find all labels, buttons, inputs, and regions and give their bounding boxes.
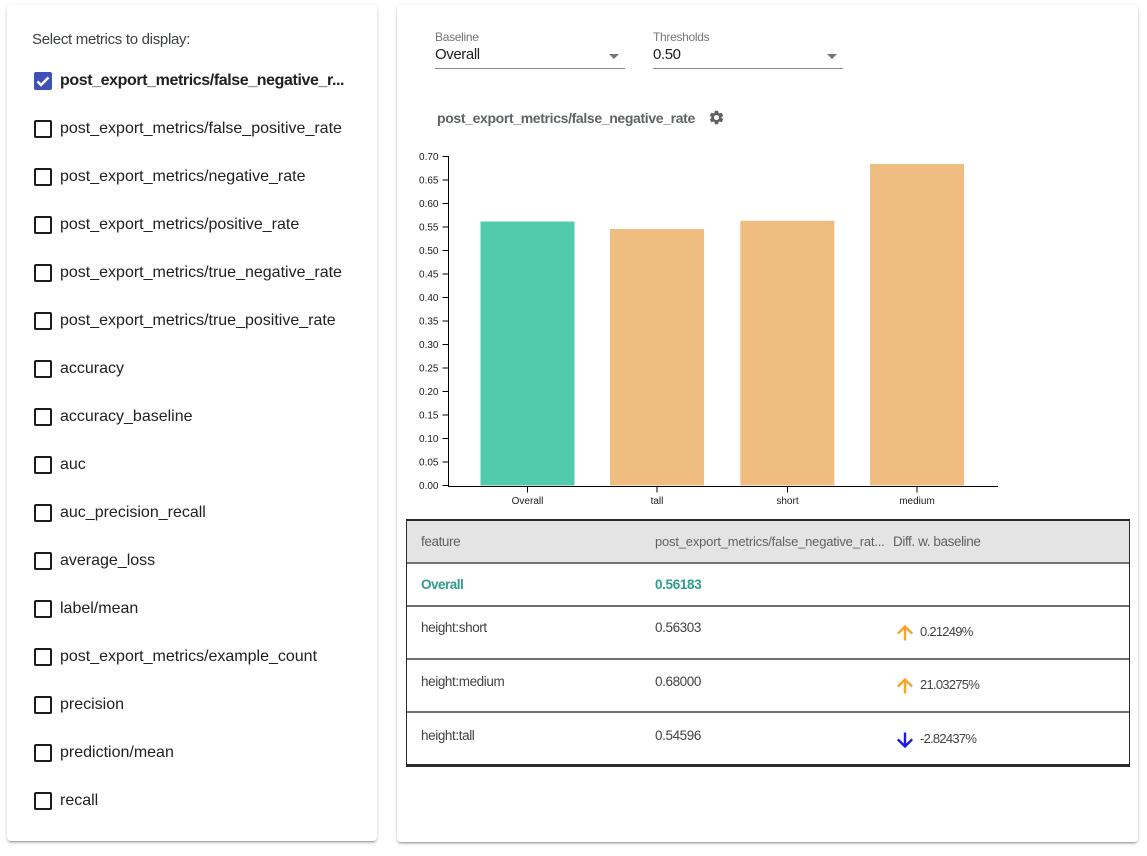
- svg-text:0.00: 0.00: [419, 481, 439, 492]
- svg-text:Overall: Overall: [512, 496, 544, 507]
- svg-text:0.20: 0.20: [419, 387, 439, 398]
- svg-text:0.25: 0.25: [419, 364, 439, 375]
- svg-text:0.60: 0.60: [419, 199, 439, 210]
- svg-text:tall: tall: [651, 496, 664, 507]
- svg-text:0.65: 0.65: [419, 176, 439, 187]
- svg-text:short: short: [776, 496, 798, 507]
- svg-text:0.40: 0.40: [419, 293, 439, 304]
- svg-text:0.15: 0.15: [419, 411, 439, 422]
- svg-text:0.55: 0.55: [419, 223, 439, 234]
- svg-text:medium: medium: [899, 496, 935, 507]
- svg-text:0.45: 0.45: [419, 270, 439, 281]
- svg-text:0.30: 0.30: [419, 340, 439, 351]
- svg-text:0.05: 0.05: [419, 458, 439, 469]
- svg-text:0.35: 0.35: [419, 317, 439, 328]
- svg-text:0.70: 0.70: [419, 152, 439, 163]
- svg-text:0.50: 0.50: [419, 246, 439, 257]
- svg-text:0.10: 0.10: [419, 434, 439, 445]
